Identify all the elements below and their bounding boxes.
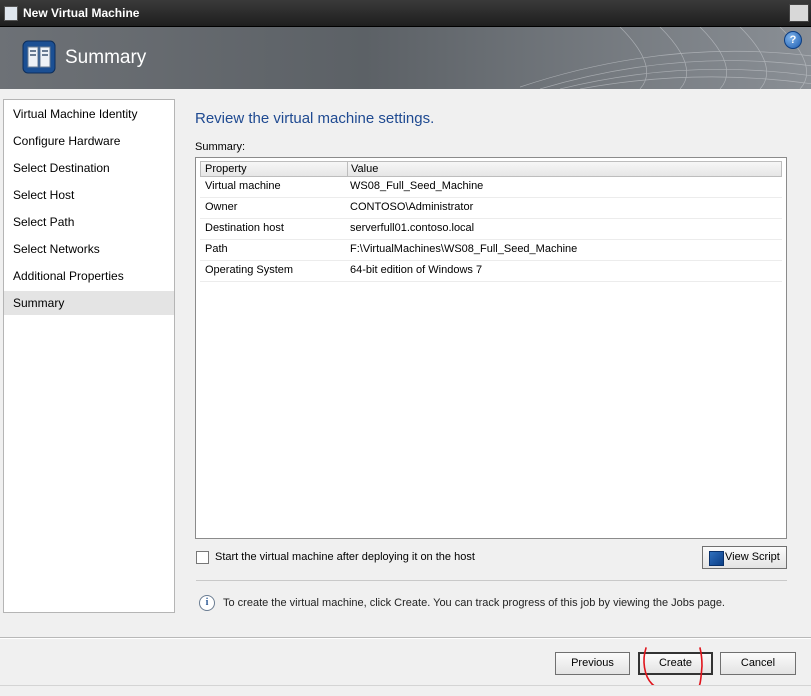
row-value: F:\VirtualMachines\WS08_Full_Seed_Machin… [350, 243, 578, 255]
window-title: New Virtual Machine [23, 6, 140, 20]
summary-icon [22, 40, 56, 74]
table-row[interactable]: Operating System 64-bit edition of Windo… [200, 261, 782, 282]
previous-button[interactable]: Previous [555, 652, 630, 675]
wizard-header: Summary ? [0, 27, 811, 89]
table-row[interactable]: Owner CONTOSO\Administrator [200, 198, 782, 219]
window-title-bar: New Virtual Machine [0, 0, 811, 27]
table-row[interactable]: Path F:\VirtualMachines\WS08_Full_Seed_M… [200, 240, 782, 261]
summary-label: Summary: [195, 141, 246, 153]
wizard-nav: Virtual Machine Identity Configure Hardw… [3, 99, 175, 613]
powershell-icon [709, 551, 724, 566]
column-header-value[interactable]: Value [348, 162, 378, 176]
row-value: 64-bit edition of Windows 7 [350, 264, 483, 276]
restore-button[interactable] [789, 4, 809, 22]
table-row[interactable]: Destination host serverfull01.contoso.lo… [200, 219, 782, 240]
column-header-property[interactable]: Property [201, 162, 348, 176]
row-value: WS08_Full_Seed_Machine [350, 180, 484, 192]
footer-divider-highlight [0, 638, 811, 639]
grid-header: Property Value [200, 161, 782, 177]
header-mesh-decoration [520, 27, 811, 89]
info-message: To create the virtual machine, click Cre… [223, 597, 725, 609]
page-title: Summary [65, 47, 147, 68]
row-property: Virtual machine [205, 180, 281, 192]
view-script-label: View Script [725, 551, 780, 563]
start-vm-checkbox[interactable] [196, 551, 209, 564]
divider [196, 580, 787, 581]
nav-item-additional-properties[interactable]: Additional Properties [4, 264, 174, 288]
nav-item-select-path[interactable]: Select Path [4, 210, 174, 234]
nav-item-select-networks[interactable]: Select Networks [4, 237, 174, 261]
nav-item-select-destination[interactable]: Select Destination [4, 156, 174, 180]
summary-grid[interactable]: Property Value Virtual machine WS08_Full… [195, 157, 787, 539]
row-value: CONTOSO\Administrator [350, 201, 474, 213]
row-property: Operating System [205, 264, 294, 276]
row-value: serverfull01.contoso.local [350, 222, 475, 234]
nav-item-summary[interactable]: Summary [4, 291, 174, 315]
nav-item-configure-hardware[interactable]: Configure Hardware [4, 129, 174, 153]
help-icon[interactable]: ? [784, 31, 802, 49]
row-property: Owner [205, 201, 238, 213]
info-icon: i [199, 595, 215, 611]
table-row[interactable]: Virtual machine WS08_Full_Seed_Machine [200, 177, 782, 198]
cancel-button[interactable]: Cancel [720, 652, 796, 675]
window-bottom-edge [0, 685, 811, 696]
nav-item-virtual-machine-identity[interactable]: Virtual Machine Identity [4, 102, 174, 126]
row-property: Path [205, 243, 228, 255]
create-button[interactable]: Create [638, 652, 713, 675]
section-heading: Review the virtual machine settings. [195, 110, 435, 127]
window-icon [4, 6, 18, 21]
start-vm-checkbox-label[interactable]: Start the virtual machine after deployin… [215, 551, 475, 563]
view-script-button[interactable]: View Script [702, 546, 787, 569]
nav-item-select-host[interactable]: Select Host [4, 183, 174, 207]
row-property: Destination host [205, 222, 284, 234]
